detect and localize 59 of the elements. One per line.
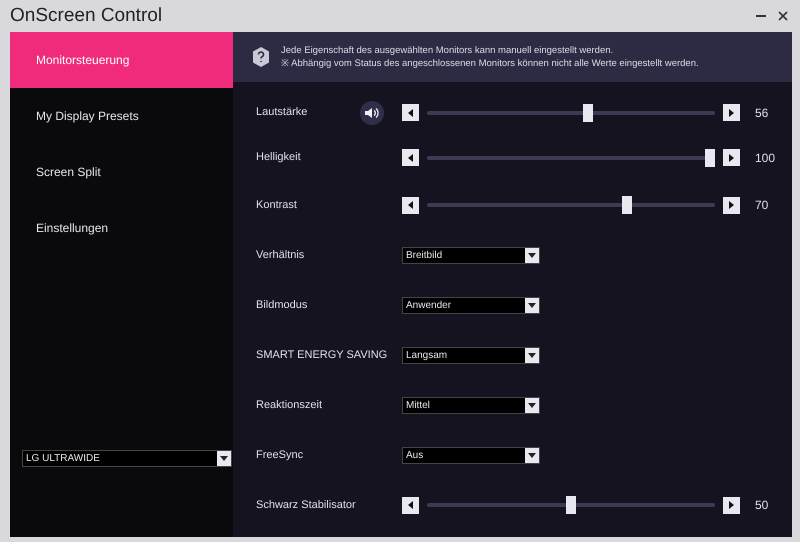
info-text: Jede Eigenschaft des ausgewählten Monitors kann manuell eingestellt werden. [281, 44, 614, 57]
left-arrow-icon [408, 154, 413, 162]
increase-button[interactable] [723, 196, 740, 214]
help-icon [251, 46, 271, 68]
increase-button[interactable] [723, 496, 740, 514]
caret-icon [528, 302, 536, 308]
slider-thumb[interactable] [622, 196, 632, 214]
increase-button[interactable] [723, 104, 740, 121]
left-arrow-icon [408, 108, 413, 116]
decrease-button[interactable] [402, 196, 419, 214]
left-arrow-icon [408, 201, 413, 209]
caret-icon [528, 402, 536, 408]
setting-label: Bildmodus [256, 298, 308, 313]
setting-label: Reaktionszeit [256, 398, 322, 413]
right-arrow-icon [729, 201, 734, 209]
right-arrow-icon [729, 501, 734, 509]
dropdown[interactable]: Breitbild [402, 246, 540, 264]
decrease-button[interactable] [402, 496, 419, 514]
slider-thumb[interactable] [705, 148, 715, 166]
dropdown[interactable]: Anwender [402, 296, 540, 314]
window-title: OnScreen Control [10, 4, 162, 28]
slider-track[interactable] [427, 496, 715, 514]
dropdown[interactable]: LG ULTRAWIDE [22, 450, 232, 467]
setting-label: FreeSync [256, 448, 304, 463]
slider-value: 100 [755, 150, 776, 166]
slider-track[interactable] [427, 148, 715, 166]
setting-label: Schwarz Stabilisator [256, 498, 356, 513]
slider-value: 56 [755, 104, 768, 122]
slider-value: 50 [755, 497, 768, 514]
slider-thumb[interactable] [566, 496, 576, 514]
increase-button[interactable] [723, 149, 740, 166]
speaker-icon[interactable] [360, 100, 384, 124]
slider-thumb[interactable] [582, 104, 593, 122]
setting-label: Lautstärke [256, 105, 308, 120]
dropdown[interactable]: Mittel [402, 396, 540, 414]
slider-value: 70 [755, 197, 768, 214]
close-icon[interactable] [778, 11, 788, 21]
right-arrow-icon [729, 108, 734, 116]
caret-icon [528, 452, 536, 458]
left-arrow-icon [408, 501, 413, 509]
setting-label: Kontrast [256, 198, 297, 213]
slider-track[interactable] [427, 104, 715, 122]
right-arrow-icon [729, 154, 734, 162]
sidebar-item[interactable]: Monitorsteuerung [10, 32, 233, 88]
info-text: ※ Abhängig vom Status des angeschlossenen Monitors können nicht alle Werte eingestellt werden. [281, 57, 699, 70]
caret-icon [528, 352, 536, 358]
decrease-button[interactable] [402, 149, 419, 166]
dropdown[interactable]: Langsam [402, 346, 540, 364]
decrease-button[interactable] [402, 104, 419, 121]
setting-label: Verhältnis [256, 248, 304, 263]
slider-track[interactable] [427, 196, 715, 214]
caret-icon [528, 252, 536, 258]
dropdown[interactable]: Aus [402, 446, 540, 464]
sidebar-item[interactable]: My Display Presets [10, 88, 233, 144]
setting-label: SMART ENERGY SAVING [256, 348, 388, 363]
sidebar-item[interactable]: Einstellungen [10, 200, 233, 256]
caret-icon [220, 456, 228, 461]
setting-label: Helligkeit [256, 150, 301, 166]
sidebar-item[interactable]: Screen Split [10, 144, 233, 200]
